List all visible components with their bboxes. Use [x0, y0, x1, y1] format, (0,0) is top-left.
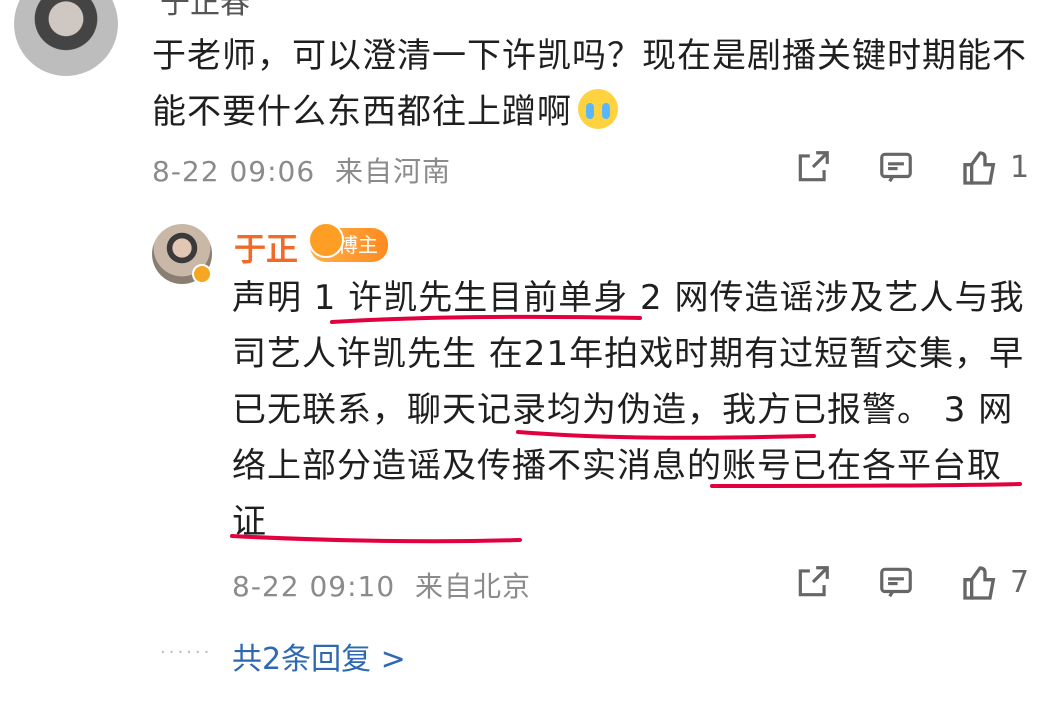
comment-text: 于老师，可以澄清一下许凯吗？现在是剧播关键时期能不能不要什么东西都往上蹭啊 [152, 28, 1032, 140]
comment-location: 来自北京 [415, 570, 532, 603]
avatar[interactable] [14, 0, 118, 76]
comment-body: 声明 1 许凯先生目前单身 2 网传造谣涉及艺人与我司艺人许凯先生 在21年拍戏… [232, 278, 1025, 542]
crown-icon [308, 222, 344, 258]
view-replies-link[interactable]: 共2条回复 > [232, 634, 406, 678]
like-count: 7 [1010, 565, 1030, 600]
crying-emoji-icon [578, 89, 618, 129]
like-icon[interactable] [960, 148, 1000, 192]
comment-location: 来自河南 [335, 155, 452, 188]
comment-icon[interactable] [876, 148, 916, 190]
comment-time: 8-22 09:06 [152, 155, 316, 188]
verified-icon [192, 264, 212, 284]
comment-text: 声明 1 许凯先生目前单身 2 网传造谣涉及艺人与我司艺人许凯先生 在21年拍戏… [232, 270, 1032, 550]
like-count: 1 [1010, 150, 1030, 185]
share-icon[interactable] [794, 148, 832, 190]
comment-time: 8-22 09:10 [232, 570, 396, 603]
share-icon[interactable] [794, 563, 832, 605]
reply-dots: ······ [160, 642, 213, 663]
username[interactable]: 于正 [234, 224, 298, 270]
username[interactable]: 于正春 [160, 0, 250, 22]
comment-meta: 8-22 09:06 来自河南 [152, 150, 451, 190]
comment-meta: 8-22 09:10 来自北京 [232, 565, 531, 605]
like-icon[interactable] [960, 563, 1000, 607]
comment-icon[interactable] [876, 563, 916, 605]
